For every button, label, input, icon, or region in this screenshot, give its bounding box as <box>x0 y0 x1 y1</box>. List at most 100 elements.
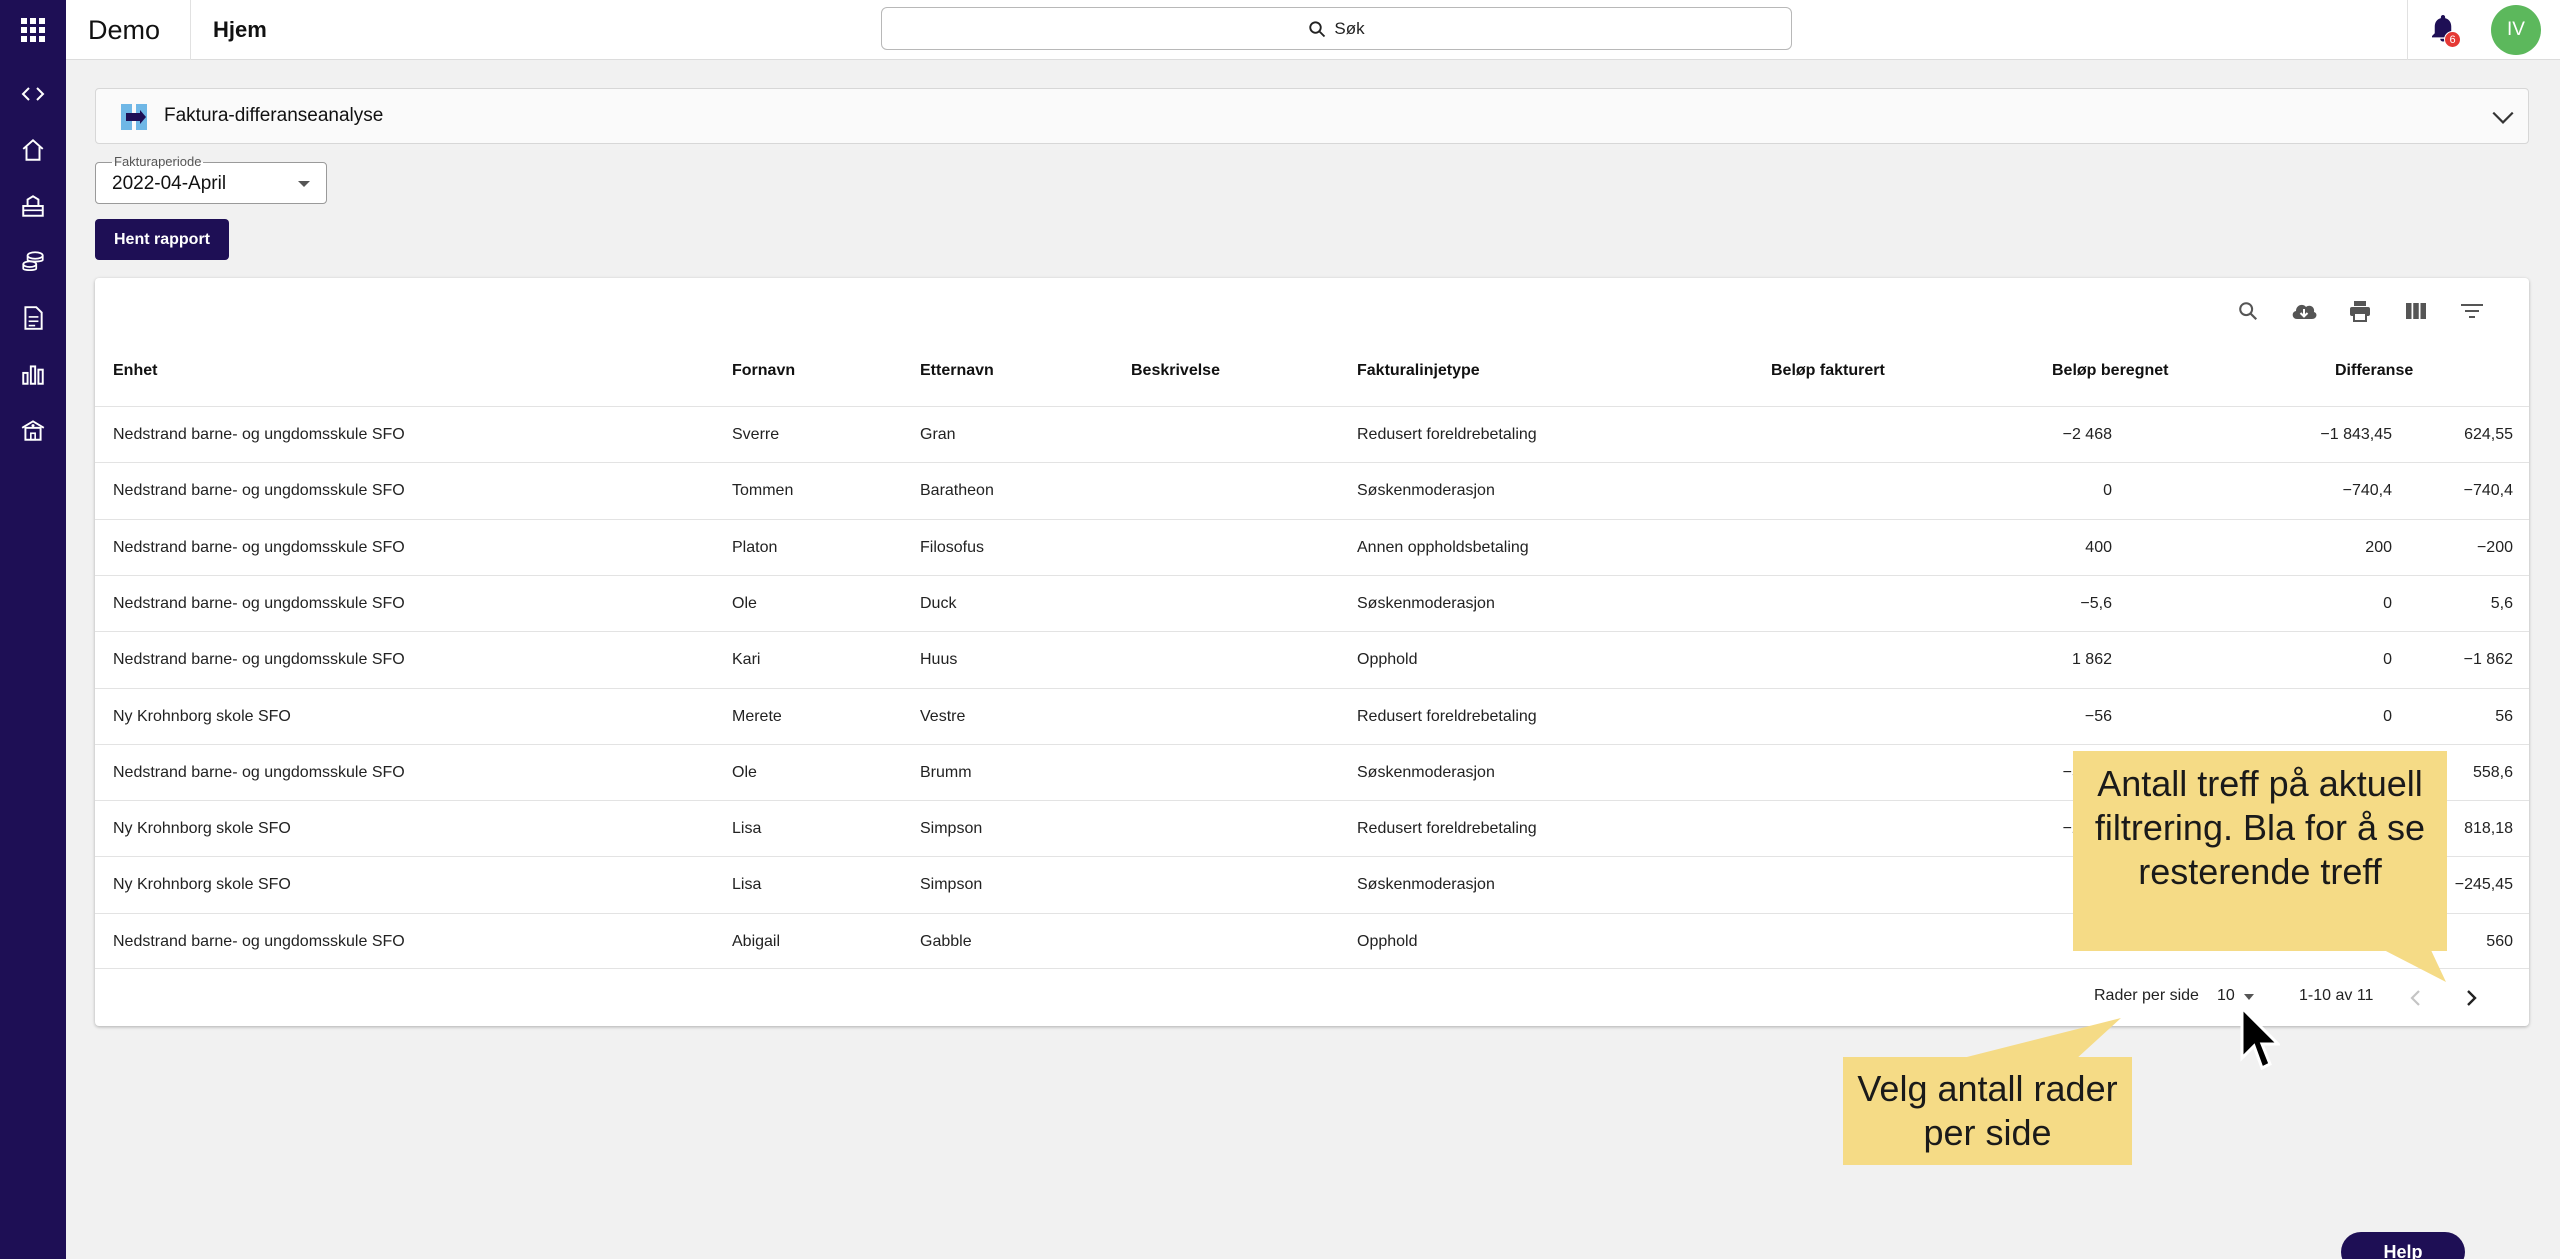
cell-etternavn: Filosofus <box>920 538 985 556</box>
cell-belop-beregnet: −740,4 <box>2342 482 2392 500</box>
cell-etternavn: Huus <box>920 651 958 669</box>
print-icon <box>2350 301 2370 322</box>
avatar[interactable]: IV <box>2491 5 2541 55</box>
code-icon <box>21 87 45 101</box>
column-header[interactable]: Beløp fakturert <box>1771 362 1885 380</box>
filter-button[interactable] <box>2457 296 2487 326</box>
table-row[interactable]: Nedstrand barne- og ungdomsskule SFO Kari… <box>95 631 2529 687</box>
cell-fornavn: Lisa <box>732 876 762 894</box>
report-title: Faktura-differanseanalyse <box>164 105 384 126</box>
cell-differanse: −200 <box>2476 538 2513 556</box>
search-icon <box>1309 20 1326 37</box>
cell-fornavn: Kari <box>732 651 761 669</box>
cell-etternavn: Gran <box>920 426 956 443</box>
report-accordion[interactable]: Faktura-differanseanalyse <box>95 88 2529 144</box>
table-row[interactable]: Nedstrand barne- og ungdomsskule SFO Tomm… <box>95 462 2529 518</box>
download-button[interactable] <box>2289 296 2319 326</box>
cell-fornavn: Sverre <box>732 426 780 443</box>
table-search-button[interactable] <box>2233 296 2263 326</box>
column-header[interactable]: Etternavn <box>920 362 994 380</box>
sidebar-item-sfo[interactable] <box>17 190 49 222</box>
print-button[interactable] <box>2345 296 2375 326</box>
divider <box>2407 0 2408 60</box>
grid-icon <box>21 18 45 42</box>
table-row[interactable]: Nedstrand barne- og ungdomsskule SFO Ole D… <box>95 574 2529 631</box>
cell-fakturalinjetype: Redusert foreldrebetaling <box>1357 820 1537 838</box>
cell-differanse: 560 <box>2486 932 2513 950</box>
fetch-report-button[interactable]: Hent rapport <box>95 219 229 260</box>
sidebar-item-payments[interactable] <box>17 246 49 278</box>
cursor-icon <box>2240 1006 2280 1071</box>
cell-differanse: 818,18 <box>2464 820 2513 838</box>
cell-fornavn: Abigail <box>732 932 781 950</box>
table-row[interactable]: Ny Krohnborg skole SFO Merete Vestre Reduse… <box>95 687 2529 744</box>
callout-text: Velg antall rader per side <box>1857 1068 2118 1153</box>
column-header[interactable]: Differanse <box>2335 362 2413 380</box>
sidebar-item-home[interactable] <box>17 134 49 166</box>
sidebar-item-schools[interactable] <box>17 414 49 446</box>
cell-fakturalinjetype: Annen oppholdsbetaling <box>1357 538 1529 556</box>
search-input[interactable]: Søk <box>881 7 1792 50</box>
period-select[interactable]: Fakturaperiode 2022-04-April <box>95 154 327 204</box>
notification-badge: 6 <box>2444 31 2461 48</box>
column-header[interactable]: Beskrivelse <box>1131 362 1220 380</box>
transfer-icon <box>121 104 147 130</box>
caret-down-icon[interactable] <box>2244 994 2254 1000</box>
cell-fornavn: Tommen <box>732 482 794 500</box>
cell-enhet: Ny Krohnborg skole SFO <box>113 707 291 725</box>
home-icon <box>22 138 44 161</box>
columns-button[interactable] <box>2401 296 2431 326</box>
table-row[interactable]: Nedstrand barne- og ungdomsskule SFO Plat… <box>95 518 2529 575</box>
cell-enhet: Ny Krohnborg skole SFO <box>113 820 291 838</box>
cell-belop-beregnet: 0 <box>2383 594 2392 612</box>
callout-pointer <box>1955 1018 2121 1060</box>
cell-enhet: Nedstrand barne- og ungdomsskule SFO <box>113 594 405 612</box>
sidebar-item-reports[interactable] <box>17 358 49 390</box>
cell-fornavn: Lisa <box>732 820 762 838</box>
cell-enhet: Nedstrand barne- og ungdomsskule SFO <box>113 426 405 443</box>
help-button[interactable]: Help <box>2341 1232 2465 1259</box>
cell-enhet: Nedstrand barne- og ungdomsskule SFO <box>113 763 405 781</box>
column-header[interactable]: Beløp beregnet <box>2052 362 2168 380</box>
table-row[interactable]: Nedstrand barne- og ungdomsskule SFO Sver… <box>95 406 2529 462</box>
cell-fakturalinjetype: Søskenmoderasjon <box>1357 876 1495 894</box>
cell-enhet: Nedstrand barne- og ungdomsskule SFO <box>113 651 405 669</box>
cell-enhet: Nedstrand barne- og ungdomsskule SFO <box>113 932 405 950</box>
app-launcher-button[interactable] <box>0 0 66 60</box>
cell-etternavn: Duck <box>920 594 957 612</box>
school-icon <box>21 420 45 441</box>
cell-belop-beregnet: 0 <box>2383 651 2392 669</box>
cell-fakturalinjetype: Søskenmoderasjon <box>1357 482 1495 500</box>
cell-belop-beregnet: −1 843,45 <box>2320 426 2392 443</box>
breadcrumb[interactable]: Hjem <box>213 0 267 60</box>
chevron-right-icon[interactable] <box>2462 988 2480 1008</box>
column-header[interactable]: Fornavn <box>732 362 795 380</box>
sidebar-item-toggle[interactable] <box>17 78 49 110</box>
cell-etternavn: Vestre <box>920 707 966 725</box>
column-header[interactable]: Enhet <box>113 362 157 380</box>
cell-etternavn: Simpson <box>920 820 983 838</box>
search-label: Søk <box>1334 18 1365 38</box>
callout-text: Antall treff på aktuell filtrering. Bla … <box>2094 763 2426 892</box>
cell-differanse: 5,6 <box>2490 594 2513 612</box>
rows-per-page-select[interactable]: 10 <box>2217 987 2235 1005</box>
cell-enhet: Nedstrand barne- og ungdomsskule SFO <box>113 538 405 556</box>
bar-chart-icon <box>22 365 44 385</box>
column-header[interactable]: Fakturalinjetype <box>1357 362 1480 380</box>
pagination: Rader per side 10 1-10 av 11 <box>95 968 2529 1026</box>
coins-icon <box>22 251 44 271</box>
top-bar: Demo Hjem Søk 6 IV <box>0 0 2560 60</box>
cell-fakturalinjetype: Opphold <box>1357 651 1418 669</box>
chevron-down-icon[interactable] <box>2490 104 2516 130</box>
cell-differanse: −245,45 <box>2454 876 2513 894</box>
cell-etternavn: Baratheon <box>920 482 994 500</box>
cell-fakturalinjetype: Redusert foreldrebetaling <box>1357 426 1537 443</box>
sidebar-item-documents[interactable] <box>17 302 49 334</box>
cell-fornavn: Ole <box>732 763 757 781</box>
app-name[interactable]: Demo <box>88 0 160 60</box>
help-label: Help <box>2383 1242 2423 1259</box>
chevron-left-icon[interactable] <box>2407 988 2425 1008</box>
callout-pointer <box>2380 948 2446 982</box>
period-value: 2022-04-April <box>112 173 227 194</box>
cell-differanse: 558,6 <box>2472 763 2513 781</box>
